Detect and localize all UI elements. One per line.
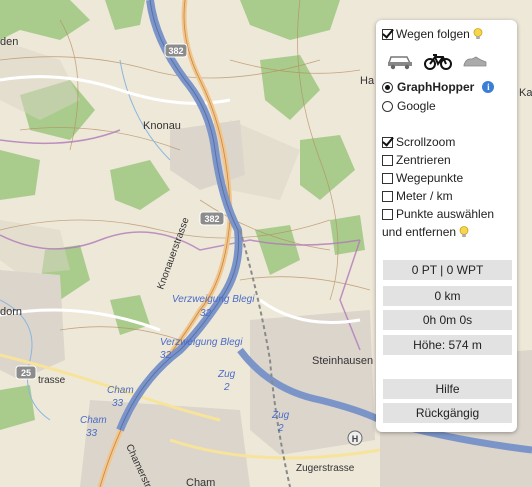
meter-km-label: Meter / km xyxy=(396,189,453,203)
road-label-verzweigung-2-num: 32 xyxy=(160,350,172,361)
road-label-zug-1: Zug xyxy=(217,369,236,380)
place-label-steinhausen: Steinhausen xyxy=(312,355,373,367)
option-continuation: und entfernen xyxy=(382,225,469,239)
place-label-knonau: Knonau xyxy=(143,120,181,132)
routing-panel: Wegen folgen GraphHopper i Google Scroll… xyxy=(376,20,517,432)
router-graphhopper-radio[interactable] xyxy=(382,81,393,93)
zentrieren-label: Zentrieren xyxy=(396,153,451,167)
shield-a382-top: 382 xyxy=(164,43,188,58)
bike-icon[interactable] xyxy=(423,52,453,70)
undo-button[interactable]: Rückgängig xyxy=(383,403,512,423)
meter-km-checkbox[interactable] xyxy=(382,190,393,202)
zentrieren-checkbox[interactable] xyxy=(382,154,393,166)
wegepunkte-checkbox[interactable] xyxy=(382,172,393,184)
lightbulb-icon[interactable] xyxy=(459,226,469,238)
follow-roads-label: Wegen folgen xyxy=(396,27,470,41)
help-button[interactable]: Hilfe xyxy=(383,379,512,399)
road-label-cham-2-num: 33 xyxy=(86,428,98,439)
svg-text:382: 382 xyxy=(168,46,183,56)
road-label-cham-2: Cham xyxy=(80,415,107,426)
stats-distance: 0 km xyxy=(383,286,512,306)
place-label-den: den xyxy=(0,36,18,48)
stats-points: 0 PT | 0 WPT xyxy=(383,260,512,280)
road-label-cham-1: Cham xyxy=(107,385,134,396)
scrollzoom-label: Scrollzoom xyxy=(396,135,456,149)
scrollzoom-checkbox[interactable] xyxy=(382,136,393,148)
road-label-trasse: trasse xyxy=(38,375,66,386)
place-label-cham: Cham xyxy=(186,477,215,487)
lightbulb-icon[interactable] xyxy=(473,28,483,40)
svg-text:382: 382 xyxy=(204,214,219,224)
stats-time: 0h 0m 0s xyxy=(383,310,512,330)
option-zentrieren[interactable]: Zentrieren xyxy=(382,153,451,167)
road-label-zugerstrasse: Zugerstrasse xyxy=(296,463,355,474)
option-scrollzoom[interactable]: Scrollzoom xyxy=(382,135,455,149)
road-label-verzweigung-1: Verzweigung Blegi xyxy=(172,294,255,305)
road-label-zug-1-num: 2 xyxy=(223,382,230,393)
road-label-cham-1-num: 33 xyxy=(112,398,124,409)
follow-roads-option[interactable]: Wegen folgen xyxy=(382,27,483,41)
svg-text:25: 25 xyxy=(21,368,31,378)
road-label-verzweigung-2: Verzweigung Blegi xyxy=(160,337,243,348)
svg-text:H: H xyxy=(352,434,359,444)
place-label-ka: Ka xyxy=(519,87,532,99)
shield-a382-mid: 382 xyxy=(199,211,225,226)
option-punkte-auswaehlen[interactable]: Punkte auswählen xyxy=(382,207,494,221)
punkte-auswaehlen-checkbox[interactable] xyxy=(382,208,393,220)
router-google-label: Google xyxy=(397,99,436,113)
place-label-ha: Ha xyxy=(360,75,375,87)
road-label-zug-2: Zug xyxy=(271,410,290,421)
road-label-verzweigung-1-num: 32 xyxy=(200,308,212,319)
option-meter-km[interactable]: Meter / km xyxy=(382,189,453,203)
router-graphhopper-label: GraphHopper xyxy=(397,80,475,94)
place-label-dorn: dorn xyxy=(0,306,22,318)
shoe-icon[interactable] xyxy=(462,52,488,70)
router-graphhopper-option[interactable]: GraphHopper i xyxy=(382,80,495,94)
punkte-auswaehlen-label: Punkte auswählen xyxy=(396,207,495,221)
highway-exit-h-icon: H xyxy=(347,430,363,446)
router-google-option[interactable]: Google xyxy=(382,99,436,113)
road-label-zug-2-num: 2 xyxy=(277,423,284,434)
shield-25: 25 xyxy=(15,365,37,380)
info-icon[interactable]: i xyxy=(482,81,495,93)
wegepunkte-label: Wegepunkte xyxy=(396,171,464,185)
follow-roads-checkbox[interactable] xyxy=(382,28,393,40)
router-google-radio[interactable] xyxy=(382,100,393,112)
option-wegepunkte[interactable]: Wegepunkte xyxy=(382,171,463,185)
stats-height: Höhe: 574 m xyxy=(383,335,512,355)
car-icon[interactable] xyxy=(386,52,414,70)
und-entfernen-label: und entfernen xyxy=(382,225,457,239)
